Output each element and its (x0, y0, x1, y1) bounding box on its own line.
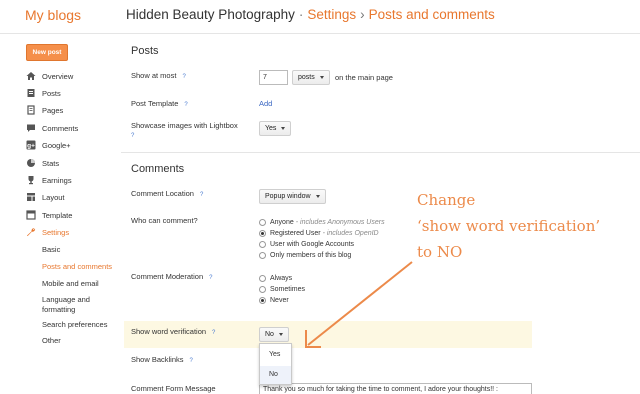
annotation-arrow (305, 261, 413, 348)
